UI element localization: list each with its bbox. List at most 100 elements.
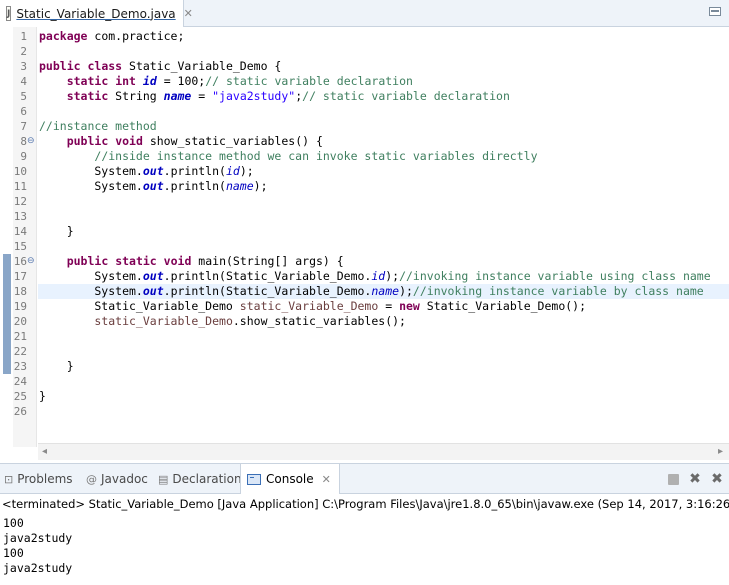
remove-launch-icon[interactable]: ✖ xyxy=(688,472,702,486)
editor-tab-title: Static_Variable_Demo.java xyxy=(16,6,176,21)
line-number: 22 xyxy=(13,345,27,358)
code-token: public xyxy=(66,134,109,148)
code-token: public xyxy=(39,59,81,73)
code-token: System. xyxy=(39,164,143,178)
code-token: System. xyxy=(39,179,143,193)
code-token: String xyxy=(108,89,164,103)
code-line[interactable]: static_Variable_Demo.show_static_variabl… xyxy=(39,314,406,329)
code-line[interactable]: //instance method xyxy=(39,119,157,134)
code-token: ); xyxy=(399,284,413,298)
scroll-right-icon[interactable]: ▸ xyxy=(718,446,723,457)
line-number: 8 xyxy=(20,135,27,148)
code-editor[interactable]: 1 2 3 4 5 6 7 8 ⊖ 9 10 11 12 13 14 15 16 ⊖ 17 18 19 20 21 22 23 2… xyxy=(0,27,729,460)
code-token: ); xyxy=(385,269,400,283)
code-token: public xyxy=(66,254,109,268)
line-number-gutter: 1 2 3 4 5 6 7 8 ⊖ 9 10 11 12 13 14 15 16 ⊖ 17 18 19 20 21 22 23 2… xyxy=(13,27,37,447)
line-number: 21 xyxy=(13,330,27,343)
code-token: com.practice; xyxy=(87,29,185,43)
code-token: ); xyxy=(239,164,254,178)
line-number: 2 xyxy=(20,45,27,58)
code-token: .println( xyxy=(163,164,226,178)
code-line[interactable]: } xyxy=(39,389,46,404)
tab-console-label: Console xyxy=(266,472,314,486)
fold-collapse-icon[interactable]: ⊖ xyxy=(27,134,35,149)
code-token: Static_Variable_Demo xyxy=(39,299,240,313)
line-number: 14 xyxy=(13,225,27,238)
code-token: = xyxy=(191,89,213,103)
line-number: 10 xyxy=(13,165,27,178)
code-token: // static variable declaration xyxy=(302,89,510,103)
code-line[interactable]: public static void main(String[] args) { xyxy=(39,254,344,269)
code-token: = xyxy=(378,299,400,313)
scroll-left-icon[interactable]: ◂ xyxy=(42,446,47,457)
console-output-line: 100 xyxy=(3,546,24,560)
code-token: .println( xyxy=(163,179,226,193)
line-number: 1 xyxy=(20,30,27,43)
tab-javadoc[interactable]: @ Javadoc xyxy=(86,464,148,494)
tab-problems-label: Problems xyxy=(17,472,73,486)
remove-all-terminated-icon[interactable]: ✖ xyxy=(710,472,724,486)
line-number: 13 xyxy=(13,210,27,223)
code-token: out xyxy=(142,269,164,283)
code-token: // static variable declaration xyxy=(205,74,413,88)
code-line[interactable]: package com.practice; xyxy=(39,29,184,44)
console-process-label: <terminated> Static_Variable_Demo [Java … xyxy=(2,497,729,511)
editor-tab[interactable]: J Static_Variable_Demo.java ✕ xyxy=(0,0,193,27)
code-line[interactable]: System.out.println(Static_Variable_Demo.… xyxy=(39,269,711,284)
fold-collapse-icon[interactable]: ⊖ xyxy=(27,254,35,269)
tab-problems[interactable]: ⊡ Problems xyxy=(4,464,73,494)
code-token: //instance method xyxy=(39,119,157,133)
minimize-icon[interactable] xyxy=(709,7,721,16)
code-token: static xyxy=(66,74,109,88)
horizontal-scrollbar[interactable]: ◂ ▸ xyxy=(38,443,729,460)
code-token: //invoking instance variable using class… xyxy=(399,269,711,283)
close-icon[interactable]: ✕ xyxy=(184,7,193,20)
line-number: 20 xyxy=(13,315,27,328)
code-token: static xyxy=(66,89,109,103)
code-token: } xyxy=(39,359,74,373)
tab-console[interactable]: Console ✕ xyxy=(240,464,340,494)
code-line[interactable]: static String name = "java2study";// sta… xyxy=(39,89,510,104)
code-token: name xyxy=(225,179,254,193)
declaration-icon: ▤ xyxy=(158,472,169,486)
tab-declaration[interactable]: ▤ Declaration xyxy=(158,464,242,494)
terminate-icon[interactable] xyxy=(668,474,679,485)
close-console-icon[interactable]: ✕ xyxy=(322,473,331,486)
code-line[interactable]: //inside instance method we can invoke s… xyxy=(39,149,537,164)
code-line[interactable]: static int id = 100;// static variable d… xyxy=(39,74,413,89)
line-number: 25 xyxy=(13,390,27,403)
code-token: void xyxy=(115,134,143,148)
tab-javadoc-label: Javadoc xyxy=(101,472,148,486)
code-token: int xyxy=(115,74,136,88)
line-number: 9 xyxy=(20,150,27,163)
code-line[interactable]: } xyxy=(39,224,74,239)
line-number: 7 xyxy=(20,120,27,133)
code-line[interactable]: } xyxy=(39,359,74,374)
line-number: 4 xyxy=(20,75,27,88)
java-file-icon: J xyxy=(6,6,12,21)
code-line[interactable]: Static_Variable_Demo static_Variable_Dem… xyxy=(39,299,586,314)
line-number: 3 xyxy=(20,60,27,73)
code-token: out xyxy=(142,179,164,193)
code-token: id xyxy=(225,164,240,178)
line-number: 12 xyxy=(13,195,27,208)
code-area[interactable]: package com.practice; public class Static… xyxy=(38,27,729,447)
line-number: 11 xyxy=(13,180,27,193)
code-line[interactable]: public void show_static_variables() { xyxy=(39,134,323,149)
code-line[interactable]: System.out.println(Static_Variable_Demo.… xyxy=(39,284,703,299)
editor-tab-bar: J Static_Variable_Demo.java ✕ xyxy=(0,0,729,27)
code-token: = 100; xyxy=(156,74,206,88)
code-token: System. xyxy=(39,269,143,283)
code-line[interactable]: System.out.println(id); xyxy=(39,164,254,179)
code-token: .println(Static_Variable_Demo. xyxy=(163,269,372,283)
code-token: "java2study" xyxy=(212,89,296,103)
code-token: ); xyxy=(253,179,268,193)
code-token: static_Variable_Demo xyxy=(94,314,233,328)
problems-icon: ⊡ xyxy=(4,472,14,486)
code-line[interactable]: public class Static_Variable_Demo { xyxy=(39,59,281,74)
line-number: 19 xyxy=(13,300,27,313)
code-line[interactable]: System.out.println(name); xyxy=(39,179,268,194)
console-icon xyxy=(247,473,261,485)
